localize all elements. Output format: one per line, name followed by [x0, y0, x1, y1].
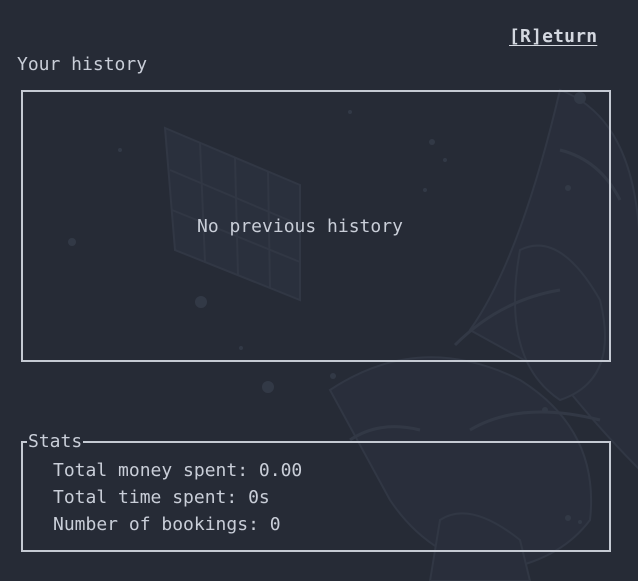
stats-panel: Stats Total money spent: 0.00 Total time…	[21, 432, 611, 552]
stat-booking-count: Number of bookings: 0	[53, 514, 281, 535]
return-button[interactable]: [R]eturn	[509, 26, 597, 47]
history-panel: No previous history	[21, 90, 611, 362]
stats-title: Stats	[27, 431, 84, 452]
empty-history-message: No previous history	[197, 216, 403, 237]
history-section-title: Your history	[17, 54, 148, 75]
stat-total-time: Total time spent: 0s	[53, 487, 270, 508]
stat-total-money: Total money spent: 0.00	[53, 460, 303, 481]
